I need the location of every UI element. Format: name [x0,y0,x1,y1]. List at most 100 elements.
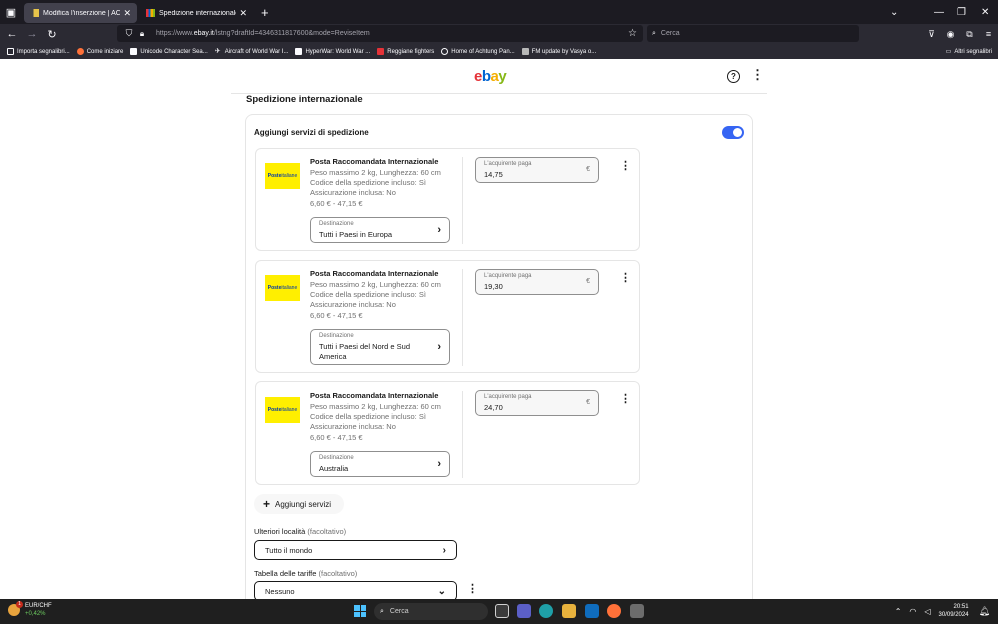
tab-active[interactable]: Modifica l'inserzione | ACADEM ✕ [24,3,137,23]
teams-icon[interactable] [517,604,531,618]
menu-icon[interactable]: ≡ [979,29,998,39]
poste-italiane-logo: Poste italiane [265,397,300,423]
page-content: ebay ? ⋮ Spedizione internazionale Aggiu… [0,59,998,599]
more-locations-select[interactable]: Tutto il mondo › [254,540,457,560]
tab-list-icon[interactable]: ▣ [0,0,22,24]
forward-button[interactable]: → [22,28,42,40]
destination-select[interactable]: Destinazione Tutti i Paesi del Nord e Su… [310,329,450,365]
bookmark-star-icon[interactable]: ☆ [628,28,637,39]
service-menu-icon[interactable]: ⋮ [620,273,631,284]
wifi-icon[interactable]: ◠ [909,607,916,616]
bookmark-item[interactable]: ✈ Aircraft of World War I... [215,48,289,55]
rate-table-label: Tabella delle tariffe (facoltativo) [254,569,358,578]
bookmark-item[interactable]: Importa segnalibri... [7,48,70,55]
service-insurance: Assicurazione inclusa: No [310,300,396,309]
close-tab-icon[interactable]: ✕ [123,8,131,19]
shipping-service-card: Poste italiane Posta Raccomandata Interna… [255,260,640,373]
rate-table-select[interactable]: Nessuno ⌄ [254,581,457,599]
firefox-icon[interactable] [607,604,621,618]
bookmark-item[interactable]: Home of Achtung Pan... [441,48,515,55]
page-icon [295,48,303,55]
bookmarks-bar: Importa segnalibri... Come iniziare Unic… [0,44,998,59]
bookmark-item[interactable]: Unicode Character Sea... [130,48,208,55]
poste-italiane-logo: Poste italiane [265,163,300,189]
bookmark-item[interactable]: Come iniziare [76,48,123,55]
file-explorer-icon[interactable] [562,604,576,618]
lock-icon[interactable]: 🔒︎ [136,29,148,39]
service-insurance: Assicurazione inclusa: No [310,422,396,431]
taskbar-search-input[interactable]: ⌕ Cerca [374,603,488,620]
service-tracking: Codice della spedizione incluso: Sì [310,412,426,421]
destination-select[interactable]: Destinazione Australia › [310,451,450,477]
clock[interactable]: 20:51 30/09/2024 [939,603,969,619]
add-services-toggle[interactable] [722,126,744,139]
bookmark-item[interactable]: FM update by Vasya o... [521,48,596,55]
tab-favicon-icon [146,9,155,17]
maximize-button[interactable]: ❐ [957,0,966,24]
globe-icon [441,48,449,55]
volume-icon[interactable]: ◁ [924,607,930,616]
reload-button[interactable]: ↻ [42,28,62,41]
start-button[interactable] [354,605,366,617]
browser-search-input[interactable]: ⌕ Cerca [647,25,859,42]
chevron-right-icon: › [437,458,441,470]
service-price-range: 6,60 € - 47,15 € [310,311,363,320]
system-tray: ⌃ ◠ ◁ 20:51 30/09/2024 🔔︎ [895,603,990,619]
more-options-icon[interactable]: ⋮ [751,68,764,81]
service-weight: Peso massimo 2 kg, Lunghezza: 60 cm [310,168,441,177]
pocket-icon[interactable]: ⊽ [922,29,941,40]
buyer-pays-input[interactable]: L'acquirente paga 14,75 € [475,157,599,183]
card-divider [462,269,463,366]
service-tracking: Codice della spedizione incluso: Sì [310,178,426,187]
ebay-logo[interactable]: ebay [474,68,507,85]
search-icon: ⌕ [652,29,656,37]
close-window-button[interactable]: ✕ [981,0,989,24]
app-icon[interactable] [630,604,644,618]
url-bar[interactable]: ⛉ 🔒︎ https://www.ebay.it/lstng?draftId=4… [117,25,643,42]
search-icon: ⌕ [380,607,384,615]
chevron-up-icon[interactable]: ⌃ [895,607,902,616]
buyer-pays-input[interactable]: L'acquirente paga 19,30 € [475,269,599,295]
tab-inactive[interactable]: Spedizione internazionale, diffi ✕ [140,3,253,23]
service-menu-icon[interactable]: ⋮ [620,161,631,172]
add-services-button[interactable]: + Aggiungi servizi [254,494,344,514]
service-insurance: Assicurazione inclusa: No [310,188,396,197]
new-tab-button[interactable]: + [261,5,269,20]
panel-title: Aggiungi servizi di spedizione [254,128,369,137]
other-bookmarks[interactable]: ▭ Altri segnalibri [946,44,992,59]
account-icon[interactable]: ◉ [941,29,960,40]
unicode-icon [130,48,138,55]
buyer-pays-input[interactable]: L'acquirente paga 24,70 € [475,390,599,416]
minimize-button[interactable]: — [934,0,944,24]
section-title: Spedizione internazionale [246,94,363,105]
task-view-icon[interactable] [495,604,509,618]
service-weight: Peso massimo 2 kg, Lunghezza: 60 cm [310,280,441,289]
service-menu-icon[interactable]: ⋮ [620,394,631,405]
service-tracking: Codice della spedizione incluso: Sì [310,290,426,299]
bookmark-item[interactable]: Reggiane fighters [377,48,434,55]
back-button[interactable]: ← [2,28,22,40]
extensions-icon[interactable]: ⧉ [960,29,979,40]
tab-overflow-chevron-icon[interactable]: ⌄ [890,0,898,24]
service-name: Posta Raccomandata Internazionale [310,391,439,400]
plus-icon: + [263,497,271,511]
mail-icon[interactable] [585,604,599,618]
fm-icon [521,48,529,55]
card-divider [462,157,463,244]
help-icon[interactable]: ? [727,70,740,83]
tracking-protection-shield-icon[interactable]: ⛉ [122,28,136,39]
firefox-icon [76,48,84,55]
close-tab-icon[interactable]: ✕ [239,8,247,19]
finance-widget[interactable]: EUR/CHF +0,42% [8,601,52,618]
import-icon [7,48,14,55]
service-price-range: 6,60 € - 47,15 € [310,433,363,442]
chevron-right-icon: › [437,341,441,353]
tab-title: Spedizione internazionale, diffi [159,9,236,17]
rate-table-menu-icon[interactable]: ⋮ [467,584,478,595]
destination-select[interactable]: Destinazione Tutti i Paesi in Europa › [310,217,450,243]
poste-italiane-logo: Poste italiane [265,275,300,301]
bookmark-item[interactable]: HyperWar: World War ... [295,48,370,55]
notification-bell-icon[interactable]: 🔔︎ [979,606,990,617]
chevron-down-icon: ⌄ [437,585,446,597]
edge-icon[interactable] [539,604,553,618]
